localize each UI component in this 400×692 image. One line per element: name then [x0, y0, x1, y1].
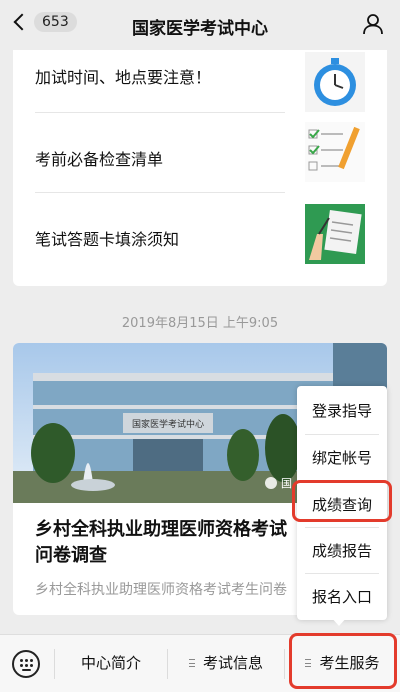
menu-item-bind-account[interactable]: 绑定帐号	[297, 435, 387, 481]
tab-label: 中心简介	[80, 654, 141, 672]
divider	[35, 112, 285, 113]
profile-icon[interactable]	[362, 13, 384, 35]
article-list-card: 加试时间、地点要注意！ 考前必备检查清单 笔试答题卡填涂须知	[13, 50, 387, 286]
menu-item-registration[interactable]: 报名入口	[297, 574, 387, 620]
highlight-box-candidate-services	[289, 633, 397, 689]
menu-item-login-guide[interactable]: 登录指导	[297, 388, 387, 434]
checklist-icon	[305, 122, 365, 182]
page-title: 国家医学考试中心	[132, 19, 268, 39]
answer-sheet-icon	[305, 204, 365, 264]
article-title[interactable]: 笔试答题卡填涂须知	[35, 226, 285, 250]
stopwatch-icon	[305, 52, 365, 112]
article-title[interactable]: 考前必备检查清单	[35, 146, 285, 170]
menu-item-score-report[interactable]: 成绩报告	[297, 528, 387, 574]
highlight-box-score-query	[292, 480, 392, 522]
watermark-text: 国	[281, 477, 292, 490]
submenu-icon	[188, 658, 195, 667]
message-timestamp: 2019年8月15日 上午9:05	[121, 316, 279, 331]
top-nav-bar: 653 国家医学考试中心	[0, 0, 400, 50]
building-sign: 国家医学考试中心	[132, 418, 204, 430]
tab-label: 考试信息	[202, 654, 263, 672]
article-title[interactable]: 加试时间、地点要注意！	[35, 64, 285, 88]
tab-center-intro[interactable]: 中心简介	[55, 635, 167, 692]
keyboard-icon[interactable]	[12, 650, 40, 678]
divider	[35, 192, 285, 193]
popup-caret	[330, 616, 348, 626]
tab-exam-info[interactable]: 考试信息	[168, 635, 284, 692]
